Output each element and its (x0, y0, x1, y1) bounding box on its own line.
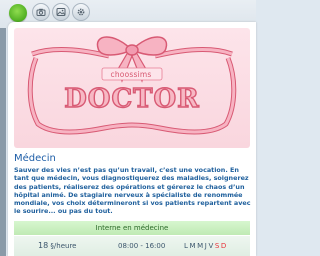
gallery-icon[interactable] (52, 3, 70, 21)
left-panel-edge (0, 28, 6, 256)
career-banner: choossims DOCTOR (14, 28, 250, 148)
career-card: choossims DOCTOR Médecin Sauver des vies… (8, 22, 256, 256)
pay-rate: 18 §/heure (38, 241, 77, 250)
career-info-bar: 18 §/heure 08:00 - 16:00 LMMJVSD (14, 236, 250, 256)
career-level-bar: Interne en médecine (14, 221, 250, 235)
work-hours: 08:00 - 16:00 (118, 242, 166, 250)
career-title: Médecin (14, 153, 56, 164)
brand-label: choossims (110, 70, 152, 79)
pay-unit: §/heure (50, 242, 77, 250)
workdays-off: SD (214, 242, 228, 250)
camera-icon[interactable] (32, 3, 50, 21)
banner-title: DOCTOR (64, 83, 200, 114)
pay-amount: 18 (38, 241, 49, 250)
plumbob-logo-icon (9, 4, 27, 22)
work-days: LMMJVSD (184, 242, 228, 250)
workdays-on: LMMJV (184, 242, 215, 250)
career-description: Sauver des vies n’est pas qu’un travail,… (14, 166, 251, 216)
settings-icon[interactable] (72, 3, 90, 21)
career-level-name: Interne en médecine (95, 224, 169, 232)
